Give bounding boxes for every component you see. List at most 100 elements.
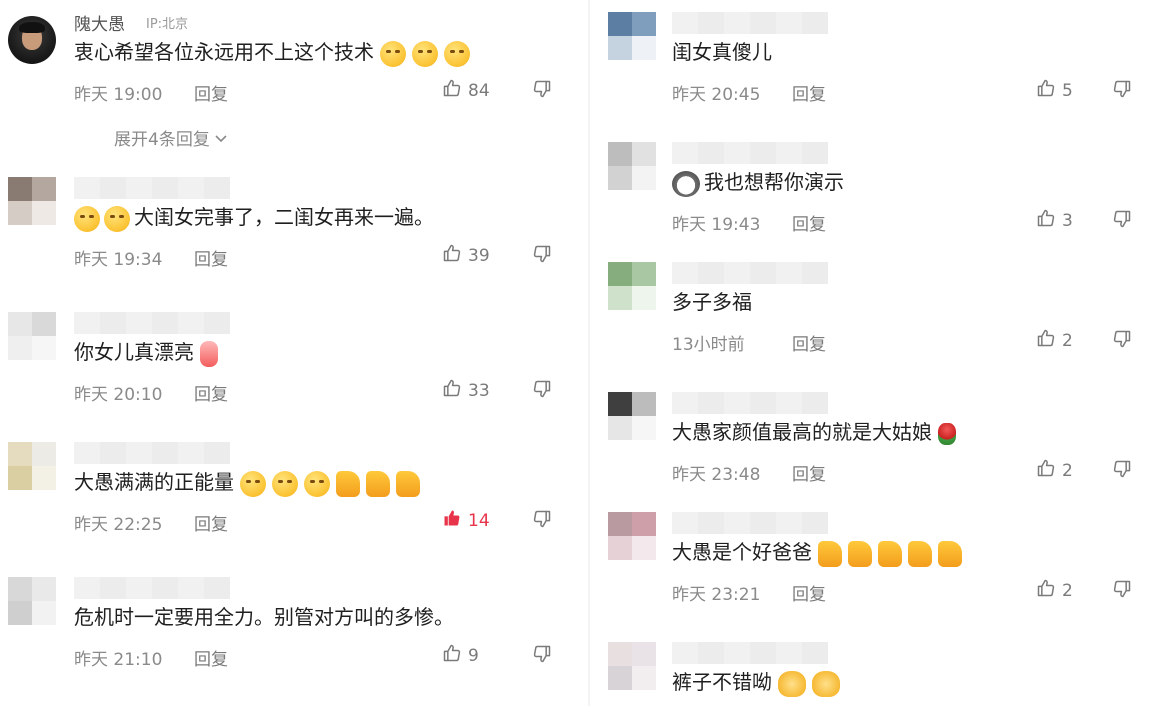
comment-body: 裤子不错呦	[672, 670, 772, 694]
comment-text: 大闺女完事了，二闺女再来一遍。	[74, 203, 434, 232]
dislike-button[interactable]	[1112, 579, 1132, 603]
avatar-pixel	[632, 666, 656, 690]
comment-text: 危机时一定要用全力。别管对方叫的多惨。	[74, 603, 454, 631]
reply-button[interactable]: 回复	[792, 580, 826, 605]
blur-pixel	[100, 442, 126, 464]
timestamp: 13小时前	[672, 335, 745, 355]
blur-pixel	[672, 392, 698, 414]
clap-emoji	[812, 670, 840, 697]
avatar-pixel	[632, 642, 656, 666]
blur-pixel	[204, 577, 230, 599]
reply-button[interactable]: 回复	[194, 380, 228, 405]
thumbs-up-emoji	[908, 540, 932, 567]
like-button[interactable]: 14	[442, 508, 490, 533]
like-button[interactable]: 5	[1036, 78, 1073, 103]
avatar-pixel	[32, 466, 56, 490]
avatar-pixel	[632, 286, 656, 310]
avatar-pixel	[32, 442, 56, 466]
dislike-button[interactable]	[532, 509, 552, 533]
avatar-pixel	[32, 577, 56, 601]
dislike-button[interactable]	[532, 79, 552, 103]
like-button[interactable]: 9	[442, 643, 479, 668]
reply-button[interactable]: 回复	[194, 645, 228, 670]
thumbs-up-icon	[1036, 328, 1056, 353]
blur-pixel	[698, 642, 724, 664]
reply-button[interactable]: 回复	[792, 330, 826, 355]
reply-button[interactable]: 回复	[792, 210, 826, 235]
blurred-avatar[interactable]	[608, 12, 656, 60]
face-emoji	[104, 205, 130, 232]
reply-button[interactable]: 回复	[194, 80, 228, 105]
right-comment-column: 闺女真傻儿 昨天 20:45 回复 5 我也想帮你演示 昨天 19:43 回复 3 多子多福 13…	[600, 0, 1152, 706]
username[interactable]: 隗大愚	[74, 10, 125, 35]
chevron-down-icon	[214, 130, 228, 150]
dislike-button[interactable]	[1112, 459, 1132, 483]
blur-pixel	[152, 312, 178, 334]
timestamp: 昨天 22:25	[74, 515, 163, 535]
like-button[interactable]: 84	[442, 78, 490, 103]
timestamp: 昨天 23:48	[672, 465, 761, 485]
avatar-pixel	[632, 262, 656, 286]
blur-pixel	[698, 262, 724, 284]
dislike-button[interactable]	[532, 244, 552, 268]
avatar-pixel	[8, 466, 32, 490]
dislike-button[interactable]	[1112, 329, 1132, 353]
comment-body: 大愚是个好爸爸	[672, 540, 812, 564]
blurred-avatar[interactable]	[608, 512, 656, 560]
blurred-avatar[interactable]	[8, 577, 56, 625]
dislike-button[interactable]	[1112, 209, 1132, 233]
thumbs-down-icon	[1112, 330, 1132, 353]
like-button[interactable]: 2	[1036, 328, 1073, 353]
avatar-pixel	[32, 601, 56, 625]
thumbs-up-emoji	[396, 470, 420, 497]
avatar-pixel	[632, 36, 656, 60]
avatar-pixel	[8, 201, 32, 225]
blurred-avatar[interactable]	[608, 642, 656, 690]
reply-button[interactable]: 回复	[792, 80, 826, 105]
comment-body: 大愚家颜值最高的就是大姑娘	[672, 420, 932, 444]
like-button[interactable]: 33	[442, 378, 490, 403]
thumbs-up-icon	[1036, 578, 1056, 603]
blur-pixel	[750, 392, 776, 414]
blur-pixel	[724, 512, 750, 534]
reply-button[interactable]: 回复	[792, 460, 826, 485]
blur-pixel	[74, 177, 100, 199]
blurred-avatar[interactable]	[608, 142, 656, 190]
blur-pixel	[100, 577, 126, 599]
avatar-pixel	[608, 392, 632, 416]
thumbs-up-icon	[1036, 458, 1056, 483]
blurred-avatar[interactable]	[8, 442, 56, 490]
blurred-avatar[interactable]	[608, 262, 656, 310]
comment-text: 多子多福	[672, 288, 752, 316]
dislike-button[interactable]	[1112, 79, 1132, 103]
like-button[interactable]: 2	[1036, 458, 1073, 483]
blur-pixel	[776, 392, 802, 414]
avatar-pixel	[608, 536, 632, 560]
blur-pixel	[724, 142, 750, 164]
blurred-avatar[interactable]	[608, 392, 656, 440]
reply-button[interactable]: 回复	[194, 245, 228, 270]
dislike-button[interactable]	[532, 644, 552, 668]
avatar-pixel	[608, 286, 632, 310]
comment-body: 多子多福	[672, 290, 752, 314]
expand-replies-label: 展开4条回复	[114, 130, 210, 150]
user-avatar[interactable]	[8, 16, 56, 64]
blur-pixel	[204, 312, 230, 334]
like-count: 2	[1062, 580, 1073, 601]
like-button[interactable]: 3	[1036, 208, 1073, 233]
blurred-avatar[interactable]	[8, 177, 56, 225]
blur-pixel	[152, 177, 178, 199]
blurred-avatar[interactable]	[8, 312, 56, 360]
comment-text: 大愚家颜值最高的就是大姑娘	[672, 418, 956, 446]
like-button[interactable]: 2	[1036, 578, 1073, 603]
blur-pixel	[750, 142, 776, 164]
reply-button[interactable]: 回复	[194, 510, 228, 535]
face-emoji	[380, 40, 406, 67]
comment-text: 衷心希望各位永远用不上这个技术	[74, 38, 470, 67]
dislike-button[interactable]	[532, 379, 552, 403]
blur-pixel	[74, 577, 100, 599]
comment-body: 危机时一定要用全力。别管对方叫的多惨。	[74, 605, 454, 629]
blur-pixel	[802, 12, 828, 34]
like-button[interactable]: 39	[442, 243, 490, 268]
expand-replies-button[interactable]: 展开4条回复	[114, 125, 228, 150]
